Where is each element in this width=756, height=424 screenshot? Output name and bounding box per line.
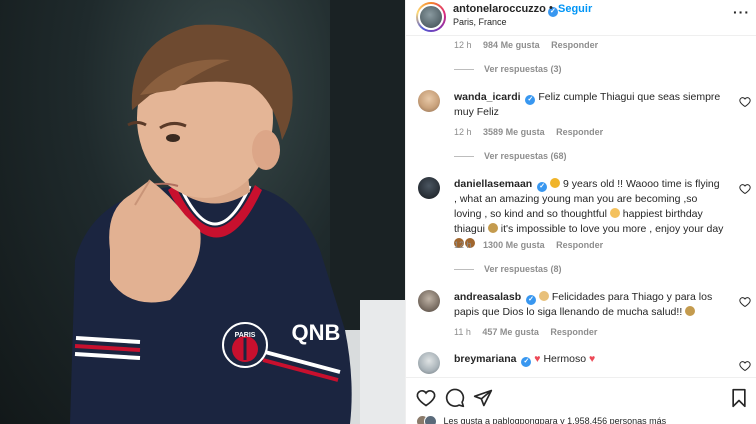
commenter-avatar[interactable]	[418, 352, 440, 374]
liker-avatar	[424, 415, 437, 424]
comment-time: 12 h	[454, 40, 472, 50]
view-replies-button[interactable]: Ver respuestas (3)	[454, 64, 562, 74]
commenter-username[interactable]: wanda_icardi	[454, 91, 521, 103]
comment-likes[interactable]: 457 Me gusta	[482, 327, 539, 337]
post-likes-summary[interactable]: Les gusta a pablogpongpara y 1.958.456 p…	[416, 415, 666, 424]
owner-username[interactable]: antonelaroccuzzo	[453, 3, 546, 15]
owner-avatar[interactable]	[416, 2, 446, 32]
commenter-avatar[interactable]	[418, 177, 440, 199]
reply-button[interactable]: Responder	[550, 327, 597, 337]
like-comment-heart-icon[interactable]	[739, 183, 751, 195]
comment-time: 12 h	[454, 127, 472, 137]
view-replies-button[interactable]: Ver respuestas (8)	[454, 264, 562, 274]
reply-button[interactable]: Responder	[556, 240, 603, 250]
comment-likes[interactable]: 3589 Me gusta	[483, 127, 545, 137]
red-heart-emoji-icon: ♥	[588, 353, 596, 365]
jersey-sponsor-text: QNB	[292, 320, 341, 345]
comment-meta: 12 h 3589 Me gusta Responder	[454, 127, 612, 137]
party-emoji-icon	[487, 223, 498, 233]
share-send-icon[interactable]	[473, 388, 493, 408]
smile-emoji-icon	[550, 178, 561, 188]
follow-button[interactable]: Seguir	[558, 3, 592, 15]
party-emoji-icon	[538, 291, 549, 301]
commenter-username[interactable]: daniellasemaan	[454, 178, 532, 190]
commenter-username[interactable]: andreasalasb	[454, 291, 521, 303]
post-header: antonelaroccuzzo ✓ • Seguir Paris, France…	[406, 0, 756, 36]
comments-panel: antonelaroccuzzo ✓ • Seguir Paris, France…	[405, 0, 756, 424]
post-actions-bar: Les gusta a pablogpongpara y 1.958.456 p…	[406, 377, 756, 424]
red-heart-emoji-icon: ♥	[534, 353, 541, 365]
comment-likes[interactable]: 1300 Me gusta	[483, 240, 545, 250]
like-heart-icon[interactable]	[416, 388, 436, 408]
commenter-username[interactable]: breymariana	[454, 353, 516, 365]
post-photo[interactable]: PARIS QNB	[0, 0, 405, 424]
header-separator: •	[549, 2, 553, 14]
verified-icon: ✓	[521, 357, 532, 367]
comment-bubble-icon[interactable]	[445, 388, 465, 408]
like-comment-heart-icon[interactable]	[739, 296, 751, 308]
commenter-avatar[interactable]	[418, 90, 440, 112]
like-comment-heart-icon[interactable]	[739, 96, 751, 108]
jersey-crest-text: PARIS	[235, 332, 256, 339]
reply-button[interactable]: Responder	[556, 127, 603, 137]
view-replies-button[interactable]: Ver respuestas (68)	[454, 151, 567, 161]
post-location[interactable]: Paris, France	[453, 17, 507, 27]
comment-text: wanda_icardi ✓ Feliz cumple Thiagui que …	[454, 91, 721, 118]
boy-in-psg-jersey-image: PARIS QNB	[70, 0, 405, 424]
commenter-avatar[interactable]	[418, 290, 440, 312]
comment-text: breymariana ✓ ♥ Hermoso ♥	[454, 353, 596, 367]
more-options-icon[interactable]: ···	[733, 4, 750, 20]
comment-meta: 12 h 1300 Me gusta Responder	[454, 240, 612, 250]
verified-icon: ✓	[525, 95, 536, 105]
comment-meta: 12 h 984 Me gusta Responder	[454, 40, 607, 50]
face-emoji-icon	[609, 208, 620, 218]
save-bookmark-icon[interactable]	[729, 388, 749, 408]
comment-text: andreasalasb ✓ Felicidades para Thiago y…	[454, 291, 713, 318]
reply-button[interactable]: Responder	[551, 40, 598, 50]
comment-likes[interactable]: 984 Me gusta	[483, 40, 540, 50]
comment-time: 12 h	[454, 240, 472, 250]
verified-icon: ✓	[537, 182, 548, 192]
party-emoji-icon	[685, 306, 696, 316]
verified-icon: ✓	[526, 295, 537, 305]
like-comment-heart-icon[interactable]	[739, 360, 751, 372]
comment-meta: 11 h 457 Me gusta Responder	[454, 327, 606, 337]
comment-time: 11 h	[454, 327, 471, 337]
owner-username-row[interactable]: antonelaroccuzzo ✓	[453, 3, 558, 17]
